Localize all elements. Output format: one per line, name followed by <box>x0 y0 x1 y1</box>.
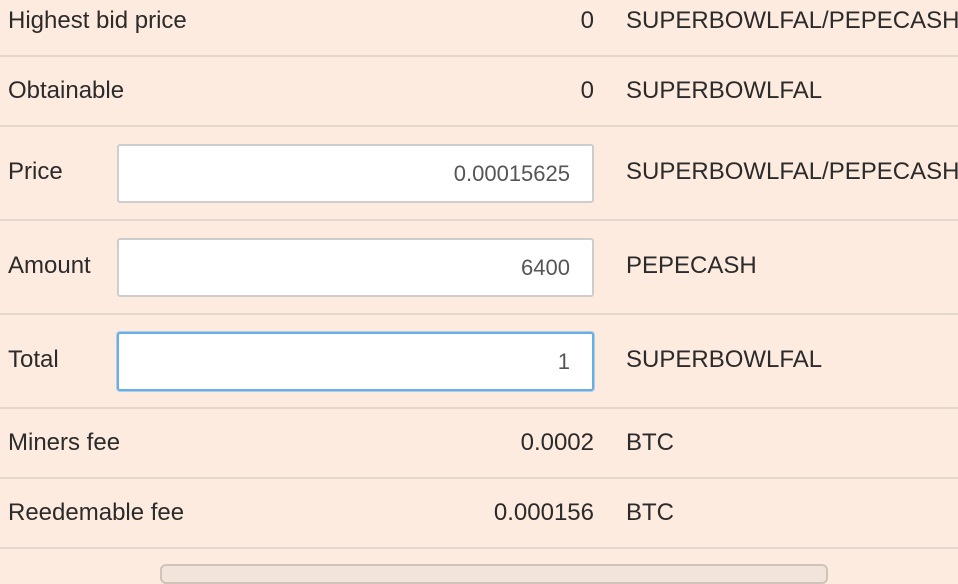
total-unit: SUPERBOWLFAL <box>626 346 823 373</box>
price-input[interactable] <box>117 144 594 203</box>
row-price: Price SUPERBOWLFAL/PEPECASH <box>0 127 958 221</box>
submit-button[interactable] <box>160 564 828 584</box>
row-miners-fee: Miners fee 0.0002 BTC <box>0 409 958 479</box>
highest-bid-price-value: 0 <box>580 7 594 34</box>
price-label: Price <box>8 158 63 185</box>
miners-fee-label: Miners fee <box>8 429 121 456</box>
reedemable-fee-unit: BTC <box>626 499 674 526</box>
obtainable-unit: SUPERBOWLFAL <box>626 77 823 104</box>
row-obtainable: Obtainable 0 SUPERBOWLFAL <box>0 57 958 127</box>
miners-fee-unit: BTC <box>626 429 674 456</box>
miners-fee-value: 0.0002 <box>520 429 594 456</box>
total-label: Total <box>8 346 59 373</box>
row-total: Total SUPERBOWLFAL <box>0 315 958 409</box>
highest-bid-price-unit: SUPERBOWLFAL/PEPECASH <box>626 7 958 34</box>
amount-unit: PEPECASH <box>626 252 757 279</box>
row-highest-bid-price: Highest bid price 0 SUPERBOWLFAL/PEPECAS… <box>0 0 958 57</box>
reedemable-fee-label: Reedemable fee <box>8 499 185 526</box>
reedemable-fee-value: 0.000156 <box>493 499 594 526</box>
amount-input[interactable] <box>117 238 594 297</box>
price-unit: SUPERBOWLFAL/PEPECASH <box>626 158 958 185</box>
obtainable-label: Obtainable <box>8 77 125 104</box>
highest-bid-price-label: Highest bid price <box>8 7 187 34</box>
order-form: Highest bid price 0 SUPERBOWLFAL/PEPECAS… <box>0 0 958 549</box>
amount-label: Amount <box>8 252 91 279</box>
row-reedemable-fee: Reedemable fee 0.000156 BTC <box>0 479 958 549</box>
row-amount: Amount PEPECASH <box>0 221 958 315</box>
total-input[interactable] <box>117 332 594 391</box>
obtainable-value: 0 <box>580 77 594 104</box>
